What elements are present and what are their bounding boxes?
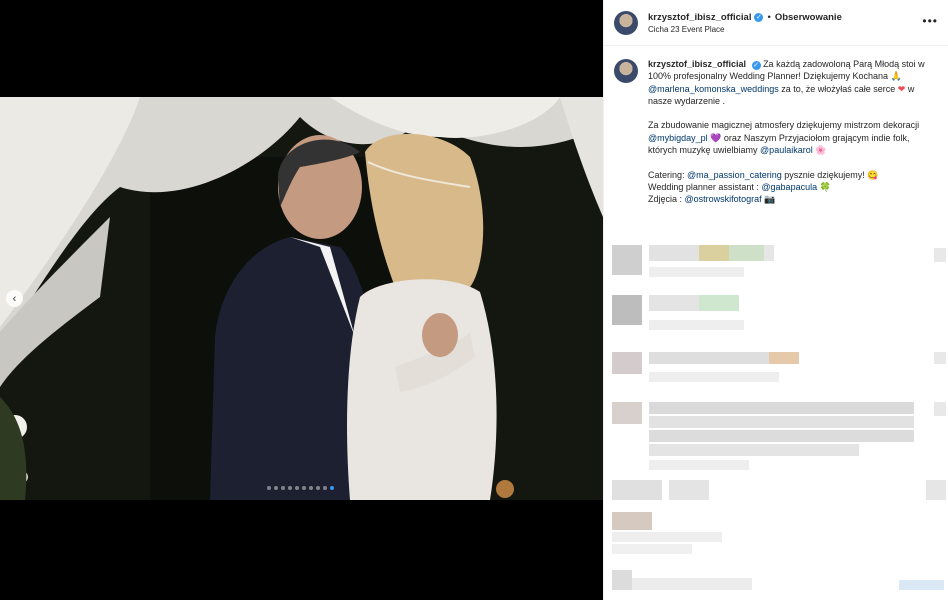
post-side-panel: krzysztof_ibisz_official ✓ • Obserwowani… [603, 0, 948, 600]
comment-text-blur [649, 352, 769, 364]
post-caption: krzysztof_ibisz_official ✓ Za każdą zado… [604, 46, 948, 218]
caption-paragraph-3: Catering: @ma_passion_catering pysznie d… [648, 169, 938, 206]
comment-meta-blur [649, 372, 779, 382]
flower-icon: 🌸 [812, 145, 827, 156]
carousel-dot[interactable] [316, 486, 320, 490]
header-line: krzysztof_ibisz_official ✓ • Obserwowani… [648, 12, 842, 23]
caption-text: Zdjęcia : [648, 194, 685, 205]
comment-text-blur [649, 444, 859, 456]
caption-paragraph-1: krzysztof_ibisz_official ✓ Za każdą zado… [648, 58, 938, 107]
comment-avatar-blur [612, 570, 632, 590]
mention-link[interactable]: @mybigday_pl [648, 133, 708, 143]
carousel-dot[interactable] [295, 486, 299, 490]
comment-like-blur [926, 480, 946, 500]
carousel-dots [267, 486, 334, 490]
more-options-icon[interactable]: ••• [922, 14, 938, 28]
comment-like-blur [934, 352, 946, 364]
verified-icon: ✓ [754, 12, 764, 22]
post-media: ‹ [0, 0, 603, 600]
carousel-dot[interactable] [309, 486, 313, 490]
instagram-post-modal: ‹ krzysztof_ibisz_official ✓ • Obserwowa… [0, 0, 948, 600]
comment-avatar-blur [612, 245, 642, 275]
comment-text-blur [649, 295, 699, 311]
caption-paragraph-2: Za zbudowanie magicznej atmosfery dzięku… [648, 119, 938, 156]
header-text: krzysztof_ibisz_official ✓ • Obserwowani… [648, 12, 842, 34]
camera-icon: 📷 [761, 194, 776, 205]
comment-avatar-blur [612, 480, 662, 500]
caption-text: za to, że włożyłaś całe serce [778, 83, 898, 94]
comment-avatar-blur [612, 512, 652, 530]
comment-meta-blur [649, 267, 744, 277]
comment-text-blur [699, 245, 729, 261]
comment-avatar-blur [612, 352, 642, 374]
comment-text-blur [669, 480, 709, 500]
comment-meta-blur [649, 320, 744, 330]
caption-body: krzysztof_ibisz_official ✓ Za każdą zado… [648, 58, 938, 218]
comment-meta-blur [649, 460, 749, 470]
mention-link[interactable]: @paulaikarol [760, 145, 813, 155]
post-header: krzysztof_ibisz_official ✓ • Obserwowani… [604, 0, 948, 46]
comment-text-blur [769, 352, 799, 364]
carousel-dot[interactable] [302, 486, 306, 490]
caption-text: pysznie dziękujemy! 😋 [781, 169, 879, 180]
location-link[interactable]: Cicha 23 Event Place [648, 25, 842, 34]
comment-text-blur [649, 245, 699, 261]
carousel-dot[interactable] [323, 486, 327, 490]
mention-link[interactable]: @gabapacula [761, 182, 817, 192]
caption-text: Za zbudowanie magicznej atmosfery dzięku… [648, 120, 920, 131]
post-photo[interactable] [0, 97, 603, 500]
clover-icon: 🍀 [817, 181, 831, 192]
avatar-icon[interactable] [614, 59, 638, 83]
prev-arrow-icon[interactable]: ‹ [6, 290, 23, 307]
comment-text-blur [632, 578, 752, 590]
comment-like-blur [934, 248, 946, 262]
carousel-dot[interactable] [330, 486, 334, 490]
comment-text-blur [612, 544, 692, 554]
carousel-dot[interactable] [288, 486, 292, 490]
caption-text: Catering: [648, 169, 688, 180]
comment-like-blur [934, 402, 946, 416]
follow-button[interactable]: Obserwowanie [775, 12, 842, 23]
verified-icon: ✓ [751, 61, 761, 70]
carousel-dot[interactable] [274, 486, 278, 490]
mention-link[interactable]: @marlena_komonska_weddings [648, 84, 779, 94]
username-link[interactable]: krzysztof_ibisz_official [648, 12, 751, 23]
comment-text-blur [649, 430, 914, 442]
comment-text-blur [764, 245, 774, 261]
avatar-icon[interactable] [614, 10, 638, 35]
comment-like-blur [899, 580, 944, 590]
caption-username[interactable]: krzysztof_ibisz_official [648, 59, 746, 69]
caption-text: Wedding planner assistant : [648, 181, 762, 192]
comment-avatar-blur [612, 402, 642, 424]
wedding-photo-illustration [0, 97, 603, 500]
mention-link[interactable]: @ostrowskifotograf [685, 194, 762, 204]
purple-heart-icon: 💜 [707, 132, 722, 143]
header-separator: • [767, 11, 771, 23]
comment-text-blur [612, 532, 722, 542]
mention-link[interactable]: @ma_passion_catering [687, 170, 782, 180]
carousel-dot[interactable] [267, 486, 271, 490]
comment-avatar-blur [612, 295, 642, 325]
comment-text-blur [729, 245, 764, 261]
comment-text-blur [699, 295, 739, 311]
carousel-dot[interactable] [281, 486, 285, 490]
comment-text-blur [649, 402, 914, 414]
comment-text-blur [649, 416, 914, 428]
